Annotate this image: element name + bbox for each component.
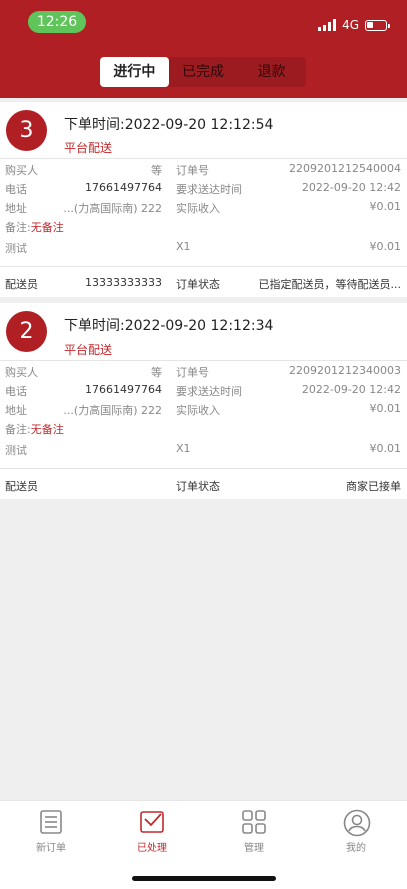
phone-value[interactable]: 17661497764	[85, 181, 162, 194]
address-label: 地址	[5, 202, 27, 215]
order-time: 下单时间:2022-09-20 12:12:34	[64, 318, 274, 334]
order-row-phone: 电话 17661497764 要求送达时间 2022-09-20 12:42	[0, 380, 407, 400]
nav-label: 我的	[346, 843, 366, 854]
nav-label: 管理	[244, 843, 264, 854]
check-box-icon	[139, 809, 165, 835]
actual-income-label: 实际收入	[176, 202, 220, 215]
remark-label: 备注:	[5, 221, 31, 234]
order-row-remark: 备注:无备注	[0, 216, 407, 236]
item-price: ¥0.01	[369, 442, 402, 455]
tab-completed[interactable]: 已完成	[168, 57, 238, 87]
nav-processed[interactable]: 已处理	[122, 809, 182, 854]
order-row-address: 地址 ...(力高国际南) 222 实际收入 ¥0.01	[0, 197, 407, 217]
remark-value: 无备注	[30, 423, 64, 436]
delivery-type: 平台配送	[64, 141, 113, 155]
courier-label: 配送员	[5, 480, 38, 493]
order-row-courier: 配送员 13333333333 订单状态 已指定配送员，等待配送员...	[0, 273, 407, 293]
app-header: 12:26 4G 进行中 已完成 退款	[0, 0, 407, 98]
nav-label: 新订单	[36, 843, 66, 854]
item-name: 测试	[5, 242, 27, 255]
delivery-type: 平台配送	[64, 343, 113, 357]
nav-new-orders[interactable]: 新订单	[21, 809, 81, 854]
network-label: 4G	[342, 18, 359, 32]
divider	[0, 468, 407, 469]
buyer-label: 购买人	[5, 164, 38, 177]
order-item-row: 测试 X1 ¥0.01	[0, 439, 407, 459]
divider	[0, 266, 407, 267]
order-no-value: 2209201212540004	[289, 162, 401, 175]
order-row-courier: 配送员 订单状态 商家已接单	[0, 475, 407, 495]
order-card[interactable]: 3 下单时间:2022-09-20 12:12:54 平台配送 购买人 等 订单…	[0, 102, 407, 297]
order-no-label: 订单号	[176, 366, 209, 379]
status-indicators: 4G	[318, 18, 390, 32]
order-row-remark: 备注:无备注	[0, 418, 407, 438]
item-qty: X1	[176, 442, 191, 455]
order-no-value: 2209201212340003	[289, 364, 401, 377]
status-time: 12:26	[28, 11, 86, 33]
nav-label: 已处理	[137, 843, 167, 854]
remark-label: 备注:	[5, 423, 31, 436]
address-value: ...(力高国际南) 222	[63, 404, 162, 417]
buyer-value: 等	[151, 366, 162, 379]
remark-value: 无备注	[30, 221, 64, 234]
phone-label: 电话	[5, 183, 27, 196]
buyer-label: 购买人	[5, 366, 38, 379]
item-qty: X1	[176, 240, 191, 253]
order-number-badge: 2	[6, 311, 47, 352]
signal-icon	[318, 19, 337, 31]
order-status-value: 已指定配送员，等待配送员...	[258, 278, 402, 291]
item-price: ¥0.01	[369, 240, 402, 253]
order-row-buyer: 购买人 等 订单号 2209201212340003	[0, 361, 407, 381]
tab-in-progress[interactable]: 进行中	[100, 57, 169, 87]
courier-value: 13333333333	[85, 276, 162, 289]
phone-label: 电话	[5, 385, 27, 398]
order-row-buyer: 购买人 等 订单号 2209201212540004	[0, 159, 407, 179]
order-row-address: 地址 ...(力高国际南) 222 实际收入 ¥0.01	[0, 399, 407, 419]
order-tabs: 进行中 已完成 退款	[100, 57, 307, 87]
grid-icon	[241, 809, 267, 835]
item-name: 测试	[5, 444, 27, 457]
required-time-value: 2022-09-20 12:42	[301, 181, 401, 194]
order-row-phone: 电话 17661497764 要求送达时间 2022-09-20 12:42	[0, 178, 407, 198]
phone-value[interactable]: 17661497764	[85, 383, 162, 396]
actual-income-label: 实际收入	[176, 404, 220, 417]
order-status-label: 订单状态	[176, 278, 220, 291]
order-item-row: 测试 X1 ¥0.01	[0, 237, 407, 257]
order-status-value: 商家已接单	[346, 480, 401, 493]
nav-profile[interactable]: 我的	[326, 809, 386, 854]
order-no-label: 订单号	[176, 164, 209, 177]
order-card[interactable]: 2 下单时间:2022-09-20 12:12:34 平台配送 购买人 等 订单…	[0, 303, 407, 499]
battery-icon	[365, 19, 390, 31]
order-status-label: 订单状态	[176, 480, 220, 493]
required-time-label: 要求送达时间	[176, 385, 242, 398]
list-icon	[38, 809, 64, 835]
order-time: 下单时间:2022-09-20 12:12:54	[64, 117, 274, 133]
address-label: 地址	[5, 404, 27, 417]
tab-refund[interactable]: 退款	[237, 57, 307, 87]
buyer-value: 等	[151, 164, 162, 177]
required-time-label: 要求送达时间	[176, 183, 242, 196]
actual-income-value: ¥0.01	[369, 200, 402, 213]
address-value: ...(力高国际南) 222	[63, 202, 162, 215]
actual-income-value: ¥0.01	[369, 402, 402, 415]
order-number-badge: 3	[6, 110, 47, 151]
courier-label: 配送员	[5, 278, 38, 291]
required-time-value: 2022-09-20 12:42	[301, 383, 401, 396]
user-icon	[343, 809, 371, 837]
nav-manage[interactable]: 管理	[224, 809, 284, 854]
home-indicator[interactable]	[132, 876, 276, 881]
